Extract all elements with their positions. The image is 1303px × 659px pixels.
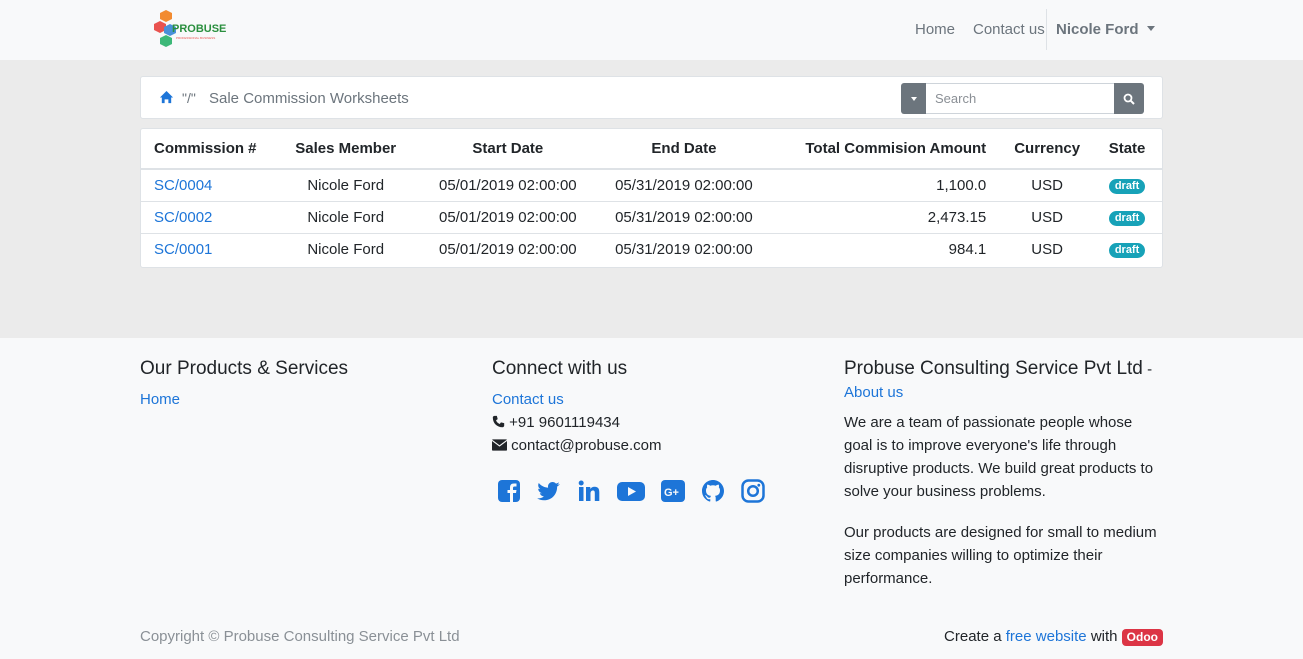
footer-about-paragraph-2: Our products are designed for small to m… (844, 524, 1157, 587)
table-row[interactable]: SC/0001 Nicole Ford 05/01/2019 02:00:00 … (141, 232, 1162, 265)
main-content: "/" Sale Commission Worksheets Commissio… (0, 60, 1303, 338)
commission-link[interactable]: SC/0001 (154, 241, 212, 258)
table-row[interactable]: SC/0002 Nicole Ford 05/01/2019 02:00:00 … (141, 200, 1162, 233)
column-header-sales-member: Sales Member (270, 129, 421, 170)
footer-products-heading: Our Products & Services (140, 358, 349, 379)
table-row[interactable]: SC/0004 Nicole Ford 05/01/2019 02:00:00 … (141, 169, 1162, 201)
svg-text:G+: G+ (664, 487, 679, 499)
start-date-cell: 05/01/2019 02:00:00 (439, 176, 577, 194)
free-website-link[interactable]: free website (1006, 628, 1087, 645)
footer: Our Products & Services Home Connect wit… (0, 338, 1303, 659)
currency-cell: USD (1031, 176, 1063, 194)
search-button[interactable] (1114, 83, 1144, 114)
end-date-cell: 05/31/2019 02:00:00 (595, 200, 773, 233)
status-badge: draft (1108, 179, 1146, 195)
column-header-commission: Commission # (141, 129, 271, 170)
phone-icon (492, 415, 505, 428)
commission-table: Commission # Sales Member Start Date End… (141, 129, 1162, 265)
commission-link[interactable]: SC/0004 (154, 177, 212, 194)
column-header-state: State (1092, 129, 1162, 170)
search-group (901, 83, 1144, 114)
total-amount-cell: 1,100.0 (936, 176, 987, 194)
copyright-text: Copyright © Probuse Consulting Service P… (140, 628, 460, 645)
start-date-cell: 05/01/2019 02:00:00 (420, 232, 596, 265)
svg-text:PROBUSE: PROBUSE (172, 23, 226, 35)
footer-about-heading: Probuse Consulting Service Pvt Ltd (844, 358, 1143, 379)
footer-phone: +91 9601119434 (492, 414, 620, 431)
facebook-icon[interactable] (497, 479, 521, 503)
breadcrumb: "/" Sale Commission Worksheets (140, 76, 1163, 119)
social-links: G+ (497, 479, 781, 503)
sales-member-cell: Nicole Ford (270, 232, 421, 265)
envelope-icon (491, 439, 508, 451)
currency-cell: USD (1002, 200, 1093, 233)
nav-divider (1046, 9, 1047, 50)
footer-products-section: Our Products & Services (140, 358, 348, 380)
column-header-end-date: End Date (595, 129, 773, 170)
sales-member-cell: Nicole Ford (270, 200, 421, 233)
google-plus-icon[interactable]: G+ (661, 479, 685, 503)
user-menu-dropdown[interactable]: Nicole Ford (1056, 21, 1155, 38)
chevron-down-icon (1146, 26, 1155, 31)
total-amount-cell: 984.1 (772, 232, 1003, 265)
commission-link[interactable]: SC/0002 (154, 209, 212, 226)
footer-about-link[interactable]: About us (844, 384, 903, 401)
twitter-icon[interactable] (537, 479, 561, 503)
footer-home-link[interactable]: Home (140, 391, 180, 408)
instagram-icon[interactable] (741, 479, 765, 503)
total-amount-cell: 2,473.15 (772, 200, 1003, 233)
column-header-currency: Currency (1002, 129, 1093, 170)
powered-by: Create a free website with Odoo (944, 628, 1163, 646)
footer-email: contact@probuse.com (491, 437, 662, 454)
search-icon (1123, 93, 1135, 105)
powered-prefix: Create a (944, 628, 1002, 645)
odoo-badge[interactable]: Odoo (1121, 629, 1163, 646)
youtube-icon[interactable] (617, 479, 645, 503)
table-header-row: Commission # Sales Member Start Date End… (141, 129, 1162, 170)
svg-text:PROFESSIONAL BUSINESS: PROFESSIONAL BUSINESS (176, 36, 215, 40)
top-navbar: PROBUSE PROFESSIONAL BUSINESS Home Conta… (0, 0, 1303, 60)
github-icon[interactable] (701, 479, 725, 503)
status-badge: draft (1108, 211, 1146, 226)
footer-email-address: contact@probuse.com (511, 437, 662, 454)
end-date-cell: 05/31/2019 02:00:00 (595, 232, 773, 265)
breadcrumb-current: Sale Commission Worksheets (209, 90, 409, 107)
footer-contact-link[interactable]: Contact us (492, 391, 564, 408)
footer-about-paragraph-1: We are a team of passionate people whose… (844, 414, 1154, 500)
end-date-cell: 05/31/2019 02:00:00 (615, 176, 753, 194)
linkedin-icon[interactable] (577, 479, 601, 503)
user-name: Nicole Ford (1056, 21, 1139, 38)
footer-about-section: Probuse Consulting Service Pvt Ltd - (844, 358, 1152, 380)
status-badge: draft (1108, 243, 1146, 259)
footer-connect-section: Connect with us (492, 358, 627, 380)
column-header-total-amount: Total Commision Amount (772, 129, 1003, 170)
footer-about-dash: - (1147, 361, 1153, 378)
sales-member-cell: Nicole Ford (307, 176, 385, 194)
search-filter-dropdown[interactable] (901, 83, 926, 114)
footer-connect-heading: Connect with us (492, 358, 628, 379)
breadcrumb-separator: "/" (182, 90, 196, 106)
nav-home-link[interactable]: Home (907, 21, 963, 38)
start-date-cell: 05/01/2019 02:00:00 (420, 200, 596, 233)
probuse-logo[interactable]: PROBUSE PROFESSIONAL BUSINESS (152, 9, 232, 49)
commission-table-container: Commission # Sales Member Start Date End… (140, 128, 1163, 268)
chevron-down-icon (910, 96, 917, 101)
home-icon[interactable] (159, 90, 174, 105)
nav-contact-link[interactable]: Contact us (965, 21, 1053, 38)
search-input[interactable] (926, 83, 1114, 114)
powered-mid: with (1090, 628, 1118, 645)
footer-phone-number: +91 9601119434 (509, 414, 620, 431)
currency-cell: USD (1002, 232, 1093, 265)
column-header-start-date: Start Date (420, 129, 596, 170)
